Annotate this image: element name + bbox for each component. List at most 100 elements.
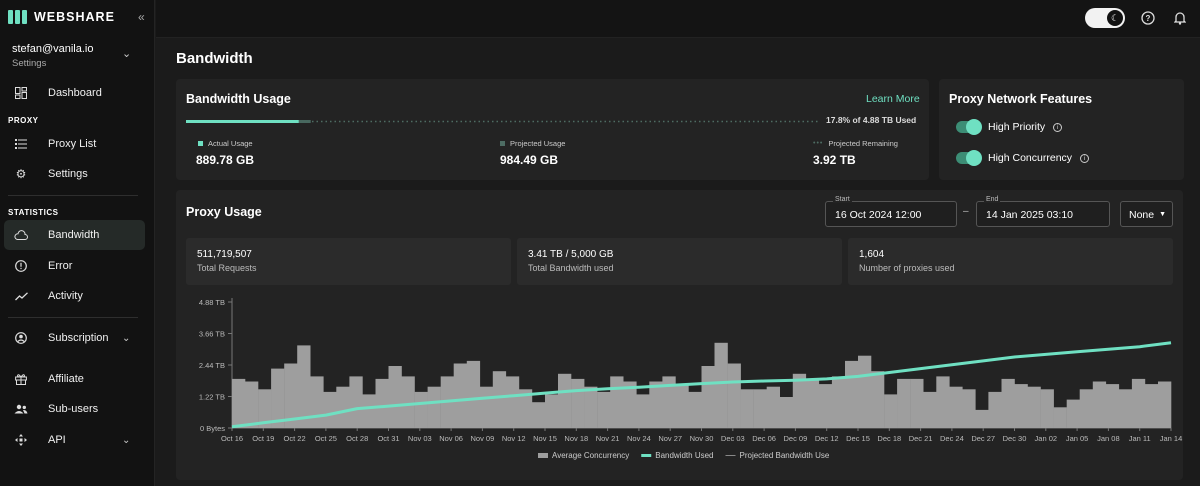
x-tick-label: Jan 14	[1160, 434, 1183, 443]
stat-label: Total Requests	[197, 263, 257, 273]
x-tick-label: Jan 11	[1129, 434, 1151, 443]
info-icon[interactable]: i	[1053, 122, 1063, 132]
sidebar-item-proxy-list[interactable]: Proxy List	[4, 129, 145, 159]
activity-icon	[14, 289, 28, 303]
x-tick-label: Oct 19	[252, 434, 274, 443]
brand-name: WEBSHARE	[34, 10, 115, 24]
x-tick-label: Jan 05	[1066, 434, 1089, 443]
x-tick-label: Nov 12	[502, 434, 526, 443]
concurrency-bar	[897, 378, 911, 428]
x-tick-label: Nov 18	[564, 434, 588, 443]
y-tick-label: 2.44 TB	[199, 361, 225, 370]
bell-icon[interactable]	[1172, 10, 1188, 26]
concurrency-bar	[962, 389, 976, 428]
x-tick-label: Dec 27	[971, 434, 995, 443]
x-tick-label: Nov 30	[690, 434, 714, 443]
concurrency-bar	[245, 381, 259, 428]
sidebar-item-bandwidth[interactable]: Bandwidth	[4, 220, 145, 250]
start-date-value: 16 Oct 2024 12:00	[835, 209, 922, 221]
chevron-down-icon[interactable]: ⌄	[122, 47, 131, 60]
sidebar-item-label: API	[48, 434, 66, 446]
concurrency-bar	[740, 389, 754, 428]
concurrency-bar	[636, 394, 650, 428]
sidebar: WEBSHARE « stefan@vanila.io Settings ⌄ D…	[0, 0, 155, 486]
x-tick-label: Oct 22	[284, 434, 306, 443]
y-tick-label: 1.22 TB	[199, 393, 225, 402]
high-concurrency-toggle[interactable]	[956, 150, 982, 166]
group-by-select[interactable]: None ▼	[1120, 201, 1173, 227]
logo[interactable]: WEBSHARE	[8, 10, 115, 24]
concurrency-bar	[910, 378, 924, 428]
account-menu[interactable]: stefan@vanila.io Settings	[12, 43, 94, 69]
concurrency-bar	[505, 376, 520, 428]
actual-usage-value: 889.78 GB	[196, 153, 255, 167]
learn-more-link[interactable]: Learn More	[866, 93, 920, 105]
concurrency-bar	[479, 386, 494, 428]
concurrency-bar	[714, 342, 728, 428]
end-date-field[interactable]: End 14 Jan 2025 03:10	[976, 196, 1110, 227]
group-by-value: None	[1129, 209, 1155, 221]
concurrency-bar	[362, 394, 376, 428]
collapse-sidebar-icon[interactable]: «	[138, 10, 145, 24]
projected-remaining-swatch: •••	[813, 140, 824, 147]
sidebar-item-subscription[interactable]: Subscription ⌄	[4, 323, 145, 353]
x-tick-label: Nov 06	[439, 434, 463, 443]
sidebar-item-label: Settings	[48, 168, 88, 180]
error-icon	[14, 259, 28, 273]
actual-usage-swatch	[198, 141, 203, 146]
concurrency-bar	[884, 394, 898, 428]
sidebar-item-dashboard[interactable]: Dashboard	[4, 78, 145, 108]
feature-high-concurrency: High Concurrency i	[956, 150, 1090, 166]
help-icon[interactable]: ?	[1140, 10, 1156, 26]
legend-label[interactable]: Projected Bandwidth Use	[740, 451, 830, 460]
concurrency-bar	[975, 409, 989, 428]
sidebar-item-label: Subscription	[48, 332, 109, 344]
concurrency-bar	[688, 391, 702, 428]
list-icon	[14, 137, 28, 151]
concurrency-bar	[675, 384, 689, 428]
stat-value: 1,604	[859, 249, 885, 260]
concurrency-bar	[453, 363, 467, 428]
sidebar-item-label: Dashboard	[48, 87, 102, 99]
bandwidth-usage-title: Bandwidth Usage	[186, 92, 291, 106]
gift-icon	[14, 372, 28, 386]
concurrency-bar	[649, 381, 663, 428]
account-subtitle: Settings	[12, 58, 47, 69]
feature-label: High Priority	[988, 121, 1046, 133]
concurrency-bar	[779, 397, 794, 428]
x-tick-label: Oct 28	[346, 434, 368, 443]
concurrency-bar	[375, 378, 389, 428]
x-tick-label: Dec 30	[1003, 434, 1027, 443]
sidebar-item-affiliate[interactable]: Affiliate	[4, 364, 145, 394]
start-date-field[interactable]: Start 16 Oct 2024 12:00	[825, 196, 957, 227]
concurrency-bar	[923, 391, 937, 428]
concurrency-bar	[845, 360, 859, 428]
subscription-icon	[14, 331, 28, 345]
concurrency-bar	[871, 371, 885, 428]
theme-toggle[interactable]: ☾	[1085, 8, 1125, 28]
sidebar-item-label: Affiliate	[48, 373, 84, 385]
concurrency-bar	[297, 345, 311, 428]
legend-label[interactable]: Average Concurrency	[552, 451, 629, 460]
date-range-separator: –	[963, 206, 969, 217]
api-icon	[14, 433, 28, 447]
projected-usage-swatch	[500, 141, 505, 146]
sidebar-item-settings[interactable]: ⚙ Settings	[4, 159, 145, 189]
concurrency-bar	[232, 378, 246, 428]
bandwidth-chart: 0 Bytes 1.22 TB 2.44 TB 3.66 TB 4.88 TB Oct 1…	[199, 298, 1183, 460]
high-priority-toggle[interactable]	[956, 119, 982, 135]
info-icon[interactable]: i	[1080, 153, 1090, 163]
sidebar-item-error[interactable]: Error	[4, 251, 145, 281]
gear-icon: ⚙	[15, 167, 27, 181]
sidebar-item-sub-users[interactable]: Sub-users	[4, 394, 145, 424]
sidebar-item-activity[interactable]: Activity	[4, 281, 145, 311]
x-tick-label: Dec 06	[752, 434, 776, 443]
sidebar-item-api[interactable]: API ⌄	[4, 425, 145, 455]
actual-usage-fill	[186, 120, 299, 123]
legend-label[interactable]: Bandwidth Used	[655, 451, 713, 460]
concurrency-bar	[831, 376, 846, 428]
concurrency-bar	[1118, 389, 1133, 428]
concurrency-bar	[818, 384, 833, 428]
concurrency-bar	[805, 378, 820, 428]
app: WEBSHARE « stefan@vanila.io Settings ⌄ D…	[0, 0, 1200, 486]
